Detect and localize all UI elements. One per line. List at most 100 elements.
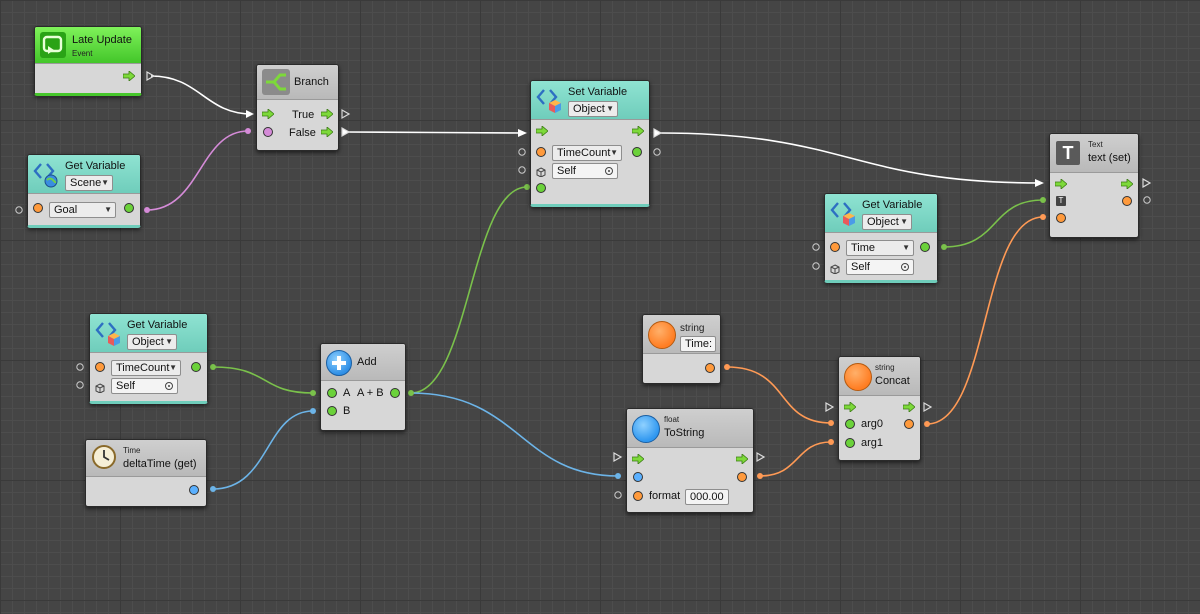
late-update-node[interactable]: Late Update Event bbox=[34, 26, 142, 96]
set-variable-title: Set Variable bbox=[568, 86, 628, 98]
input-ext bbox=[812, 243, 820, 251]
concat-title: Concat bbox=[875, 375, 910, 387]
text-set-header: T Text text (set) bbox=[1050, 134, 1138, 173]
target-in-port[interactable] bbox=[536, 147, 546, 157]
value-in-port[interactable] bbox=[536, 183, 546, 193]
variable-dropdown[interactable]: TimeCount ▼ bbox=[111, 360, 181, 376]
wire-dot bbox=[210, 486, 216, 492]
string-value-field[interactable]: Time: bbox=[680, 336, 716, 352]
target-in-port[interactable] bbox=[633, 472, 643, 482]
arg1-in-port[interactable] bbox=[845, 438, 855, 448]
scope-dropdown[interactable]: Scene ▼ bbox=[65, 175, 113, 191]
get-variable-timecount-node[interactable]: Get Variable Object ▼ TimeCount ▼ Self bbox=[89, 313, 208, 404]
value-out-port[interactable] bbox=[920, 242, 930, 252]
target-picker-icon[interactable] bbox=[605, 167, 613, 175]
value-in-port[interactable] bbox=[1056, 213, 1066, 223]
flow-true-out-icon[interactable] bbox=[321, 109, 333, 119]
b-in-port[interactable] bbox=[327, 406, 337, 416]
input-ext bbox=[518, 148, 526, 156]
set-variable-header: Set Variable Object ▼ bbox=[531, 81, 649, 120]
arg0-in-port[interactable] bbox=[845, 419, 855, 429]
target-field[interactable]: Self bbox=[846, 259, 914, 275]
wire-arrow bbox=[518, 129, 527, 137]
string-literal-node[interactable]: string Time: bbox=[642, 314, 721, 384]
flow-in-arrow-icon[interactable] bbox=[536, 126, 548, 136]
wire-dot bbox=[615, 473, 621, 479]
target-in-port[interactable] bbox=[830, 242, 840, 252]
delta-time-node[interactable]: Time deltaTime (get) bbox=[85, 439, 207, 507]
to-string-category: float bbox=[664, 415, 680, 424]
flow-out-arrow-icon[interactable] bbox=[632, 126, 644, 136]
get-variable-time-node[interactable]: Get Variable Object ▼ Time ▼ Self bbox=[824, 193, 938, 283]
a-in-port[interactable] bbox=[327, 388, 337, 398]
scope-dropdown[interactable]: Object ▼ bbox=[127, 334, 177, 350]
condition-in-port[interactable] bbox=[263, 127, 273, 137]
flow-in-arrow-icon[interactable] bbox=[1055, 179, 1067, 189]
format-in-port[interactable] bbox=[633, 491, 643, 501]
target-field[interactable]: Self bbox=[111, 378, 178, 394]
branch-header: Branch bbox=[257, 65, 338, 100]
result-out-port[interactable] bbox=[390, 388, 400, 398]
target-picker-icon[interactable] bbox=[165, 382, 173, 390]
value-out-port[interactable] bbox=[124, 203, 134, 213]
flow-in-arrow-icon[interactable] bbox=[262, 109, 274, 119]
value-out-port[interactable] bbox=[189, 485, 199, 495]
object-wire-time-text bbox=[943, 199, 1044, 248]
flow-out-ext bbox=[923, 401, 933, 413]
get-scene-title: Get Variable bbox=[65, 160, 126, 172]
target-in-port[interactable] bbox=[95, 362, 105, 372]
get-scene-header: Get Variable Scene ▼ bbox=[28, 155, 140, 194]
output-ext bbox=[653, 148, 661, 156]
flow-out-ext bbox=[341, 108, 351, 120]
flow-out-arrow-icon[interactable] bbox=[736, 454, 748, 464]
target-field[interactable]: Self bbox=[552, 163, 618, 179]
result-out-port[interactable] bbox=[737, 472, 747, 482]
wire-dot bbox=[210, 364, 216, 370]
to-string-node[interactable]: float ToString format 000.00 bbox=[626, 408, 754, 513]
format-value-field[interactable]: 000.00 bbox=[685, 489, 729, 505]
concat-node[interactable]: string Concat arg0 arg1 bbox=[838, 356, 921, 461]
wire-dot bbox=[144, 207, 150, 213]
flow-in-arrow-icon[interactable] bbox=[632, 454, 644, 464]
wire-dot bbox=[1040, 214, 1046, 220]
clock-icon bbox=[91, 444, 117, 470]
add-header: Add bbox=[321, 344, 405, 381]
get-time-title: Get Variable bbox=[862, 199, 923, 211]
variable-cube-icon bbox=[535, 86, 563, 114]
branch-node[interactable]: Branch True False bbox=[256, 64, 339, 151]
text-type-icon: T bbox=[1056, 196, 1066, 206]
delta-time-header: Time deltaTime (get) bbox=[86, 440, 206, 477]
variable-dropdown[interactable]: Time ▼ bbox=[846, 240, 914, 256]
wire-dot bbox=[941, 244, 947, 250]
text-set-node[interactable]: T Text text (set) T bbox=[1049, 133, 1139, 238]
flow-in-ext bbox=[825, 401, 835, 413]
variable-dropdown[interactable]: TimeCount ▼ bbox=[552, 145, 622, 161]
value-out-port[interactable] bbox=[191, 362, 201, 372]
flow-wire-lateupdate-branch bbox=[150, 75, 253, 115]
flow-out-arrow-icon[interactable] bbox=[903, 402, 915, 412]
flow-out-arrow-icon[interactable] bbox=[1121, 179, 1133, 189]
target-in-port[interactable] bbox=[33, 203, 43, 213]
format-label: format bbox=[649, 490, 681, 502]
get-variable-scene-node[interactable]: Get Variable Scene ▼ Goal ▼ bbox=[27, 154, 141, 228]
flow-false-out-icon[interactable] bbox=[321, 127, 333, 137]
variable-globe-icon bbox=[32, 160, 60, 188]
scope-dropdown[interactable]: Object ▼ bbox=[862, 214, 912, 230]
value-out-port[interactable] bbox=[632, 147, 642, 157]
result-out-port[interactable] bbox=[904, 419, 914, 429]
add-node[interactable]: Add A A + B B bbox=[320, 343, 406, 431]
flow-in-arrow-icon[interactable] bbox=[844, 402, 856, 412]
flow-out-arrow-icon[interactable] bbox=[123, 71, 135, 81]
wire-dot bbox=[757, 473, 763, 479]
variable-dropdown[interactable]: Goal ▼ bbox=[49, 202, 116, 218]
string-literal-header: string Time: bbox=[643, 315, 720, 354]
flow-out-ext bbox=[341, 126, 351, 138]
result-out-port[interactable] bbox=[1122, 196, 1132, 206]
a-label: A bbox=[343, 387, 351, 399]
value-out-port[interactable] bbox=[705, 363, 715, 373]
set-variable-node[interactable]: Set Variable Object ▼ TimeCount ▼ Self bbox=[530, 80, 650, 207]
scope-dropdown[interactable]: Object ▼ bbox=[568, 101, 618, 117]
concat-header: string Concat bbox=[839, 357, 920, 396]
string-category: string bbox=[680, 323, 705, 334]
target-picker-icon[interactable] bbox=[901, 263, 909, 271]
